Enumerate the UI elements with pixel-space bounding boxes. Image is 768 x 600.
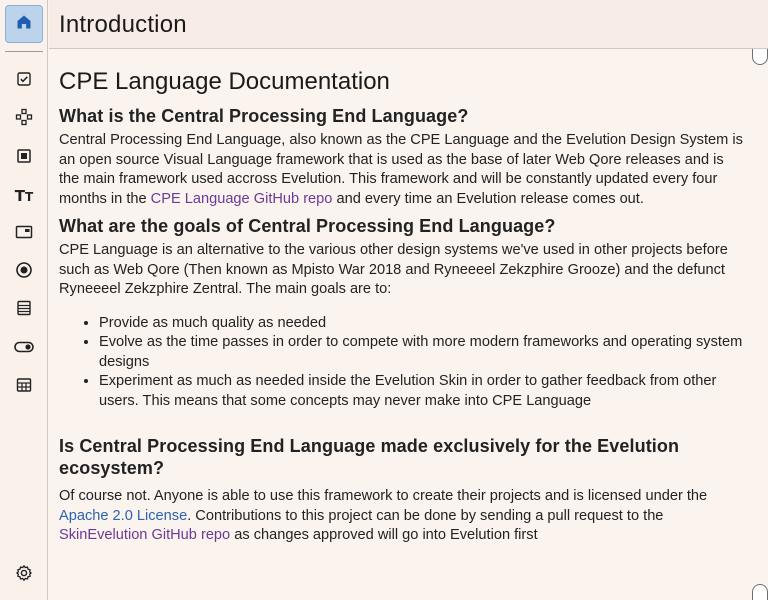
list-item: Evolve as the time passes in order to co… xyxy=(99,333,744,372)
main-content[interactable]: CPE Language Documentation What is the C… xyxy=(49,50,752,600)
window-icon xyxy=(15,224,33,245)
apache-license-link[interactable]: Apache 2.0 License xyxy=(59,508,187,524)
square-button-icon xyxy=(16,148,32,169)
section-paragraph: Of course not. Anyone is able to use thi… xyxy=(59,487,744,546)
sidebar-item-settings[interactable] xyxy=(9,562,39,588)
page-title: Introduction xyxy=(59,11,187,38)
sidebar-separator xyxy=(5,51,43,52)
doc-title: CPE Language Documentation xyxy=(59,68,390,95)
paragraph-text: Of course not. Anyone is able to use thi… xyxy=(59,488,708,504)
sidebar-item-buttons[interactable] xyxy=(9,145,39,171)
skinevelution-github-link[interactable]: SkinEvelution GitHub repo xyxy=(59,527,230,543)
settings-icon xyxy=(15,564,33,587)
typography-icon: TT xyxy=(14,187,34,205)
section-paragraph: CPE Language is an alternative to the va… xyxy=(59,242,728,297)
document: CPE Language Documentation What is the C… xyxy=(59,68,744,546)
sidebar-item-radio[interactable] xyxy=(9,259,39,285)
table-icon xyxy=(16,377,32,398)
sidebar-item-components[interactable] xyxy=(9,106,39,132)
cpe-github-link[interactable]: CPE Language GitHub repo xyxy=(151,191,333,207)
home-icon xyxy=(16,14,32,35)
checkbox-icon xyxy=(16,71,32,92)
paragraph-text: and every time an Evelution release come… xyxy=(332,190,644,207)
paragraph-text: . Contributions to this project can be d… xyxy=(187,507,664,524)
sidebar-item-checkbox[interactable] xyxy=(9,68,39,94)
scrollbar-top[interactable] xyxy=(752,49,768,65)
section-heading: What are the goals of Central Processing… xyxy=(59,216,556,236)
list-item: Experiment as much as needed inside the … xyxy=(99,372,744,411)
section-heading: Is Central Processing End Language made … xyxy=(59,436,680,478)
section-heading: What is the Central Processing End Langu… xyxy=(59,106,469,126)
home-button[interactable] xyxy=(5,5,43,43)
goals-list: Provide as much quality as needed Evolve… xyxy=(99,314,744,412)
sidebar-item-table[interactable] xyxy=(9,374,39,400)
section-paragraph: Central Processing End Language, also kn… xyxy=(59,131,744,209)
toggle-icon xyxy=(14,340,34,358)
sidebar-item-list[interactable] xyxy=(9,297,39,323)
sidebar-item-toggle[interactable] xyxy=(9,336,39,362)
sidebar: TT xyxy=(0,0,48,600)
radio-icon xyxy=(15,261,33,284)
sidebar-item-typography[interactable]: TT xyxy=(9,183,39,209)
paragraph-text: as changes approved will go into Eveluti… xyxy=(230,527,538,543)
list-item: Provide as much quality as needed xyxy=(99,314,744,334)
scrollbar-bottom[interactable] xyxy=(752,584,768,600)
components-icon xyxy=(15,108,33,131)
sidebar-item-windows[interactable] xyxy=(9,221,39,247)
page-header: Introduction xyxy=(49,0,768,49)
list-icon xyxy=(16,300,32,321)
